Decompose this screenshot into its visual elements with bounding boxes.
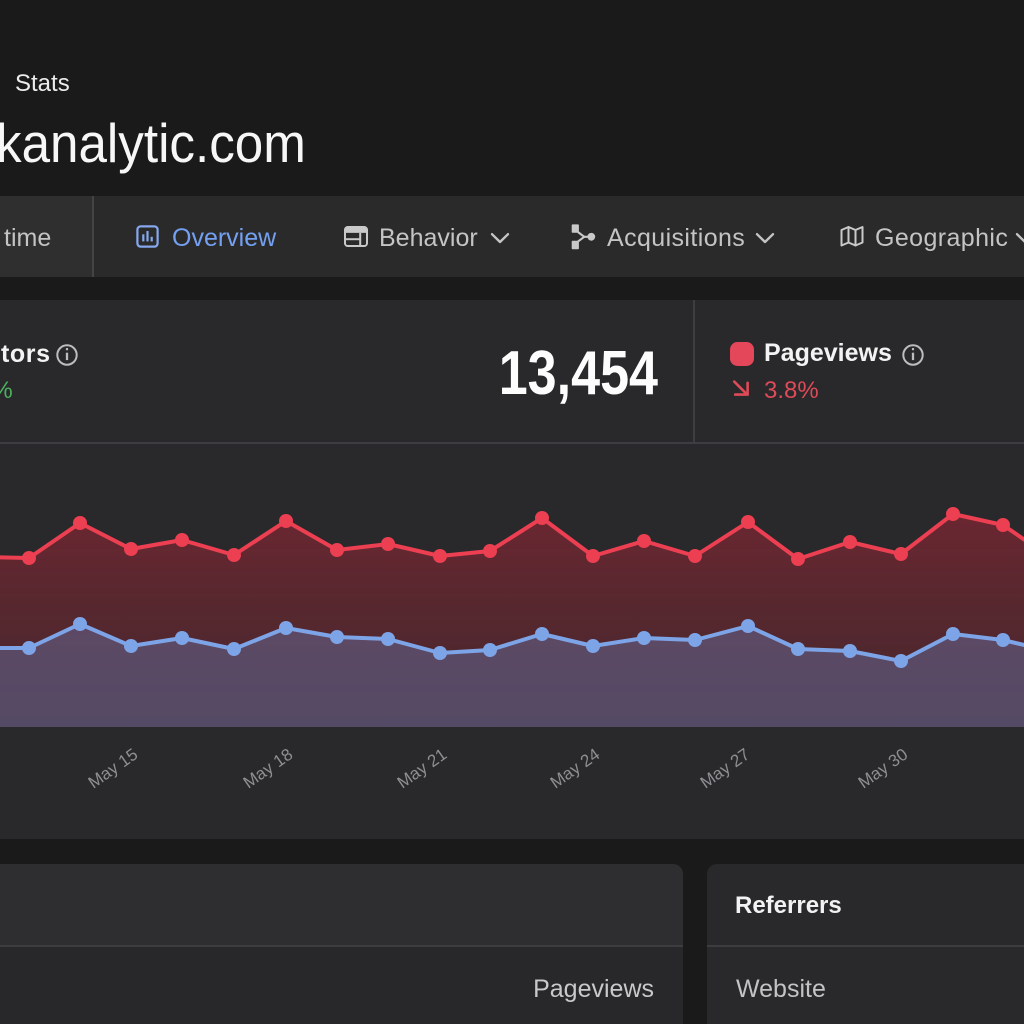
- svg-text:May 21: May 21: [394, 745, 451, 793]
- svg-text:May 24: May 24: [547, 745, 604, 793]
- svg-text:May 27: May 27: [697, 745, 754, 793]
- svg-text:May 15: May 15: [85, 745, 142, 793]
- svg-text:May 18: May 18: [240, 745, 297, 793]
- svg-text:May 30: May 30: [855, 745, 912, 793]
